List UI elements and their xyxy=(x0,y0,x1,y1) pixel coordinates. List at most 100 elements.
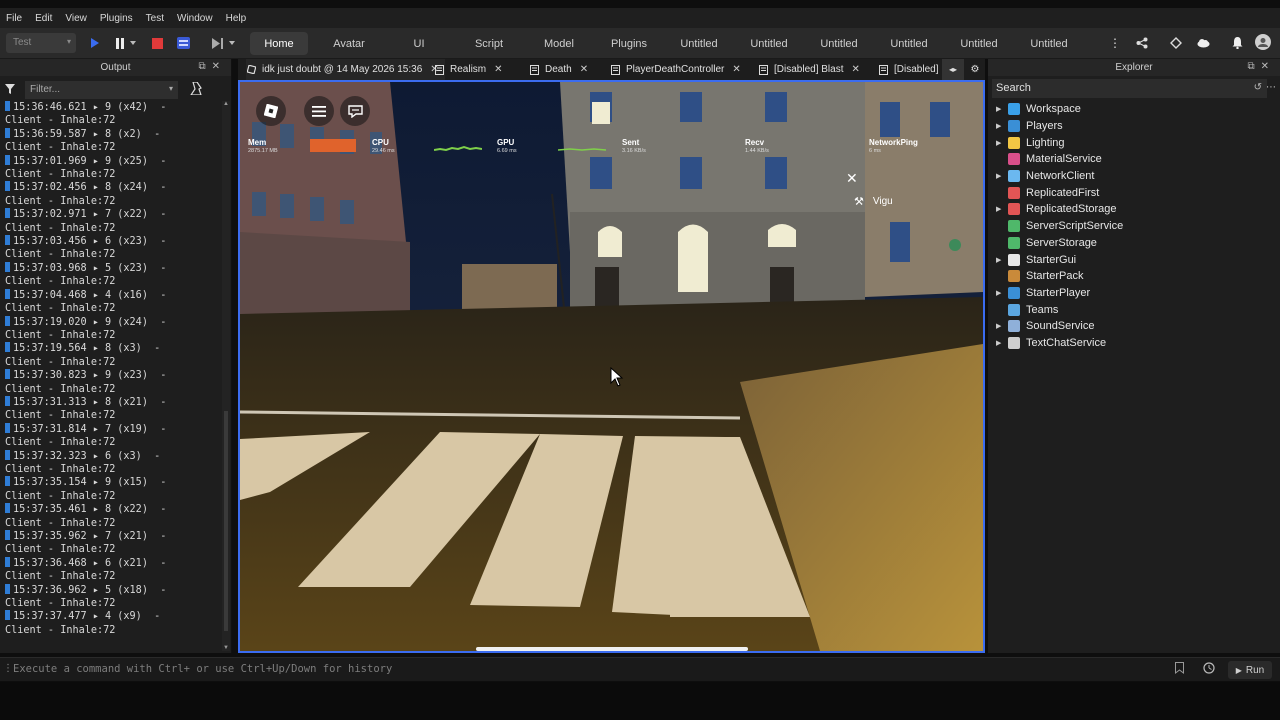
close-icon[interactable]: ✕ xyxy=(1261,61,1275,72)
expand-arrow-icon[interactable]: ▶ xyxy=(996,256,1004,264)
tab-death[interactable]: Death ✕ xyxy=(529,59,588,80)
share-icon[interactable] xyxy=(1135,36,1149,50)
explorer-item-workspace[interactable]: ▶ Workspace xyxy=(988,101,1278,118)
drag-handle-icon[interactable]: ⋮ xyxy=(3,663,13,674)
expand-arrow-icon[interactable]: ▸ xyxy=(87,424,105,435)
menu-test[interactable]: Test xyxy=(146,13,164,24)
expand-arrow-icon[interactable]: ▸ xyxy=(87,182,105,193)
tab-untitled-5[interactable]: Untitled xyxy=(950,32,1008,55)
expand-arrow-icon[interactable]: ▸ xyxy=(87,209,105,220)
tab-player-death-controller[interactable]: PlayerDeathController ✕ xyxy=(610,59,741,80)
explorer-item-teams[interactable]: Teams xyxy=(988,301,1278,318)
bell-icon[interactable] xyxy=(1230,36,1244,50)
close-tab-icon[interactable]: ✕ xyxy=(580,64,588,75)
explorer-item-networkclient[interactable]: ▶ NetworkClient xyxy=(988,168,1278,185)
close-icon[interactable]: ✕ xyxy=(846,170,858,187)
gear-icon[interactable]: ⚙ xyxy=(968,59,982,80)
cloud-icon[interactable] xyxy=(1196,36,1210,50)
more-vertical-icon[interactable]: ⋮ xyxy=(1108,36,1122,50)
explorer-item-starterpack[interactable]: StarterPack xyxy=(988,268,1278,285)
expand-arrow-icon[interactable]: ▶ xyxy=(996,322,1004,330)
expand-arrow-icon[interactable]: ▶ xyxy=(996,339,1004,347)
explorer-item-serverscriptservice[interactable]: ServerScriptService xyxy=(988,218,1278,235)
explorer-item-serverstorage[interactable]: ServerStorage xyxy=(988,235,1278,252)
tab-ui[interactable]: UI xyxy=(390,32,448,55)
close-icon[interactable]: ✕ xyxy=(212,61,226,72)
menu-plugins[interactable]: Plugins xyxy=(100,13,133,24)
pause-dropdown-icon[interactable] xyxy=(128,36,138,50)
tab-home[interactable]: Home xyxy=(250,32,308,55)
run-button[interactable]: ▶ Run xyxy=(1228,661,1272,679)
close-tab-icon[interactable]: ✕ xyxy=(851,64,859,75)
expand-arrow-icon[interactable]: ▸ xyxy=(87,397,105,408)
tab-untitled-6[interactable]: Untitled xyxy=(1020,32,1078,55)
tab-game-session[interactable]: idk just doubt @ 14 May 2026 15:36 ✕ xyxy=(246,59,445,80)
close-tab-icon[interactable]: ✕ xyxy=(494,64,502,75)
tab-plugins[interactable]: Plugins xyxy=(600,32,658,55)
tab-untitled-2[interactable]: Untitled xyxy=(740,32,798,55)
expand-arrow-icon[interactable]: ▶ xyxy=(996,139,1004,147)
expand-arrow-icon[interactable]: ▶ xyxy=(996,289,1004,297)
command-input[interactable]: Execute a command with Ctrl+ or use Ctrl… xyxy=(13,663,1153,675)
expand-arrow-icon[interactable]: ▸ xyxy=(87,317,105,328)
popout-icon[interactable]: ⧉ xyxy=(198,61,211,72)
filter-icon[interactable] xyxy=(5,84,15,97)
tab-avatar[interactable]: Avatar xyxy=(320,32,378,55)
tab-scroll-button[interactable]: ◂▸ xyxy=(942,59,964,80)
chat-icon[interactable] xyxy=(340,96,370,126)
menu-file[interactable]: File xyxy=(6,13,22,24)
explorer-item-players[interactable]: ▶ Players xyxy=(988,118,1278,135)
step-icon[interactable] xyxy=(211,36,225,50)
hamburger-menu-icon[interactable] xyxy=(304,96,334,126)
close-tab-icon[interactable]: ✕ xyxy=(732,64,740,75)
expand-arrow-icon[interactable]: ▶ xyxy=(996,205,1004,213)
expand-arrow-icon[interactable]: ▸ xyxy=(87,611,105,622)
viewport-scrollbar[interactable] xyxy=(476,647,748,651)
expand-arrow-icon[interactable]: ▸ xyxy=(87,343,105,354)
menu-window[interactable]: Window xyxy=(177,13,213,24)
explorer-item-textchatservice[interactable]: ▶ TextChatService xyxy=(988,335,1278,352)
tab-script[interactable]: Script xyxy=(460,32,518,55)
expand-arrow-icon[interactable]: ▸ xyxy=(87,451,105,462)
tab-model[interactable]: Model xyxy=(530,32,588,55)
tab-untitled-4[interactable]: Untitled xyxy=(880,32,938,55)
expand-arrow-icon[interactable]: ▸ xyxy=(87,370,105,381)
explorer-item-soundservice[interactable]: ▶ SoundService xyxy=(988,318,1278,335)
expand-arrow-icon[interactable]: ▸ xyxy=(87,156,105,167)
expand-arrow-icon[interactable]: ▸ xyxy=(87,102,105,113)
expand-arrow-icon[interactable]: ▸ xyxy=(87,531,105,542)
explorer-item-starterplayer[interactable]: ▶ StarterPlayer xyxy=(988,285,1278,302)
expand-arrow-icon[interactable]: ▸ xyxy=(87,129,105,140)
history-icon[interactable] xyxy=(1203,662,1215,677)
bookmark-icon[interactable] xyxy=(1175,662,1184,677)
expand-arrow-icon[interactable]: ▸ xyxy=(87,504,105,515)
tab-disabled[interactable]: [Disabled] xyxy=(878,59,938,80)
menu-help[interactable]: Help xyxy=(226,13,247,24)
filter-input[interactable]: Filter... ▾ xyxy=(25,81,178,99)
play-icon[interactable] xyxy=(88,36,102,50)
tab-untitled-3[interactable]: Untitled xyxy=(810,32,868,55)
scroll-down-icon[interactable]: ▼ xyxy=(223,645,229,651)
expand-arrow-icon[interactable]: ▸ xyxy=(87,585,105,596)
expand-arrow-icon[interactable]: ▶ xyxy=(996,172,1004,180)
expand-arrow-icon[interactable]: ▶ xyxy=(996,122,1004,130)
expand-arrow-icon[interactable]: ▸ xyxy=(87,477,105,488)
expand-arrow-icon[interactable]: ▶ xyxy=(996,105,1004,113)
avatar[interactable] xyxy=(1255,34,1271,50)
history-icon[interactable]: ↺ xyxy=(1254,82,1262,93)
expand-arrow-icon[interactable]: ▸ xyxy=(87,236,105,247)
output-scrollbar[interactable]: ▲ ▼ xyxy=(222,101,230,651)
stop-icon[interactable] xyxy=(150,36,164,50)
tab-realism[interactable]: Realism ✕ xyxy=(434,59,503,80)
explorer-item-startergui[interactable]: ▶ StarterGui xyxy=(988,251,1278,268)
expand-arrow-icon[interactable]: ▸ xyxy=(87,290,105,301)
more-icon[interactable]: ⋯ xyxy=(1266,82,1276,93)
collaborate-icon[interactable] xyxy=(1169,36,1183,50)
roblox-menu-icon[interactable] xyxy=(256,96,286,126)
player-list-entry[interactable]: ⚒ Vigu xyxy=(854,195,893,208)
popout-icon[interactable]: ⧉ xyxy=(1247,61,1260,72)
tab-untitled-1[interactable]: Untitled xyxy=(670,32,728,55)
scroll-up-icon[interactable]: ▲ xyxy=(223,101,229,107)
client-server-icon[interactable] xyxy=(176,36,190,50)
explorer-item-lighting[interactable]: ▶ Lighting xyxy=(988,134,1278,151)
